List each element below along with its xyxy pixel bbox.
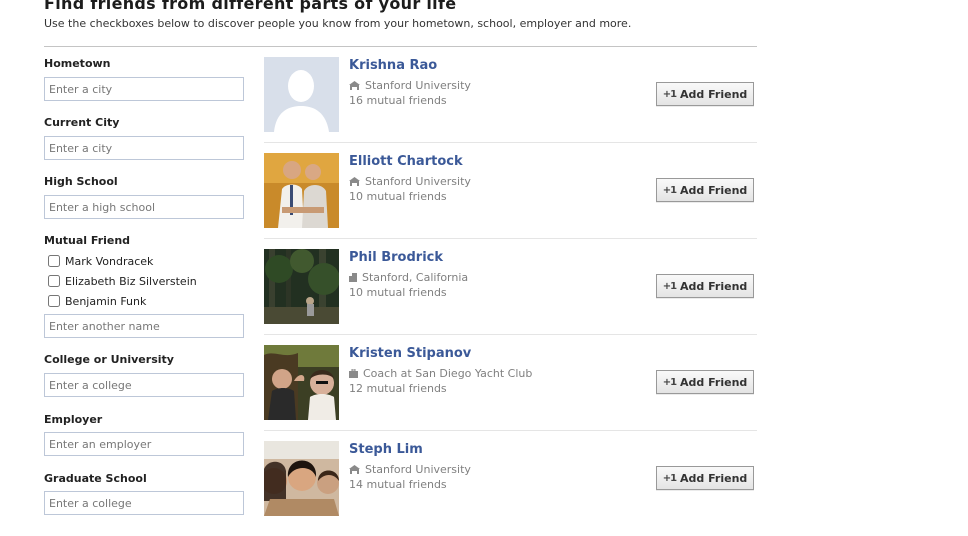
row-divider (264, 334, 757, 335)
college-filter: College or University (44, 353, 244, 397)
profile-photo-image (264, 345, 339, 420)
add-friend-label: Add Friend (680, 183, 748, 197)
person-meta: Stanford University 10 mutual friends (349, 174, 471, 204)
mutual-friends-count: 16 mutual friends (349, 94, 447, 107)
profile-photo-image (264, 153, 339, 228)
person-detail: Coach at San Diego Yacht Club (363, 367, 533, 380)
add-friend-icon: +1 (662, 376, 677, 388)
mutual-friend-input[interactable] (44, 314, 244, 338)
profile-photo[interactable] (264, 153, 339, 228)
high-school-filter: High School (44, 175, 244, 219)
mutual-friend-option[interactable]: Mark Vondracek (48, 253, 153, 269)
person-name-link[interactable]: Kristen Stipanov (349, 346, 471, 361)
add-friend-label: Add Friend (680, 471, 748, 485)
school-icon (349, 79, 360, 90)
briefcase-icon (349, 367, 358, 378)
page-subtitle: Use the checkboxes below to discover peo… (44, 17, 632, 30)
default-avatar-icon (264, 57, 339, 132)
person-meta: Stanford, California 10 mutual friends (349, 270, 468, 300)
header-divider (44, 46, 757, 47)
add-friend-button[interactable]: +1 Add Friend (656, 178, 754, 202)
profile-photo-image (264, 441, 339, 516)
hometown-label: Hometown (44, 57, 111, 70)
add-friend-label: Add Friend (680, 375, 748, 389)
school-icon (349, 175, 360, 186)
add-friend-icon: +1 (662, 88, 677, 100)
profile-photo-image (264, 249, 339, 324)
graduate-school-label: Graduate School (44, 472, 147, 485)
employer-label: Employer (44, 413, 103, 426)
add-friend-icon: +1 (662, 472, 677, 484)
row-divider (264, 430, 757, 431)
mutual-friend-checkbox[interactable] (48, 295, 60, 307)
mutual-friend-option-label: Mark Vondracek (65, 254, 154, 268)
hometown-filter: Hometown (44, 57, 244, 101)
mutual-friend-checkbox[interactable] (48, 255, 60, 267)
mutual-friend-option-label: Benjamin Funk (65, 294, 147, 308)
person-detail: Stanford, California (362, 271, 469, 284)
person-meta: Stanford University 16 mutual friends (349, 78, 471, 108)
school-icon (349, 463, 360, 474)
person-detail: Stanford University (365, 463, 471, 476)
graduate-school-filter: Graduate School (44, 472, 244, 515)
list-item: Phil Brodrick Stanford, California 10 mu… (264, 248, 757, 344)
add-friend-button[interactable]: +1 Add Friend (656, 370, 754, 394)
mutual-friend-label: Mutual Friend (44, 234, 131, 247)
person-name-link[interactable]: Steph Lim (349, 442, 423, 457)
city-icon (349, 271, 357, 282)
page-title: Find friends from different parts of you… (44, 0, 457, 13)
current-city-filter: Current City (44, 116, 244, 160)
add-friend-icon: +1 (662, 280, 677, 292)
list-item: Steph Lim Stanford University 14 mutual … (264, 440, 757, 536)
row-divider (264, 142, 757, 143)
mutual-friends-count: 12 mutual friends (349, 382, 447, 395)
hometown-input[interactable] (44, 77, 244, 101)
college-label: College or University (44, 353, 174, 366)
mutual-friend-option[interactable]: Benjamin Funk (48, 293, 146, 309)
list-item: Kristen Stipanov Coach at San Diego Yach… (264, 344, 757, 440)
add-friend-label: Add Friend (680, 87, 748, 101)
employer-input[interactable] (44, 432, 244, 456)
person-detail: Stanford University (365, 79, 471, 92)
list-item: Krishna Rao Stanford University 16 mutua… (264, 56, 757, 152)
mutual-friend-filter: Mutual Friend Mark Vondracek Elizabeth B… (44, 234, 244, 338)
profile-photo[interactable] (264, 57, 339, 132)
profile-photo[interactable] (264, 441, 339, 516)
high-school-label: High School (44, 175, 118, 188)
profile-photo[interactable] (264, 249, 339, 324)
person-name-link[interactable]: Phil Brodrick (349, 250, 443, 265)
high-school-input[interactable] (44, 195, 244, 219)
person-name-link[interactable]: Krishna Rao (349, 58, 437, 73)
person-name-link[interactable]: Elliott Chartock (349, 154, 463, 169)
college-input[interactable] (44, 373, 244, 397)
person-meta: Stanford University 14 mutual friends (349, 462, 471, 492)
person-detail: Stanford University (365, 175, 471, 188)
mutual-friend-checkbox[interactable] (48, 275, 60, 287)
graduate-school-input[interactable] (44, 491, 244, 515)
mutual-friends-count: 14 mutual friends (349, 478, 447, 491)
add-friend-button[interactable]: +1 Add Friend (656, 82, 754, 106)
add-friend-button[interactable]: +1 Add Friend (656, 466, 754, 490)
add-friend-icon: +1 (662, 184, 677, 196)
person-meta: Coach at San Diego Yacht Club 12 mutual … (349, 366, 532, 396)
current-city-input[interactable] (44, 136, 244, 160)
list-item: Elliott Chartock Stanford University 10 … (264, 152, 757, 248)
add-friend-button[interactable]: +1 Add Friend (656, 274, 754, 298)
profile-photo[interactable] (264, 345, 339, 420)
current-city-label: Current City (44, 116, 120, 129)
add-friend-label: Add Friend (680, 279, 748, 293)
mutual-friends-count: 10 mutual friends (349, 190, 447, 203)
mutual-friends-count: 10 mutual friends (349, 286, 447, 299)
mutual-friend-option-label: Elizabeth Biz Silverstein (65, 274, 197, 288)
row-divider (264, 238, 757, 239)
employer-filter: Employer (44, 413, 244, 456)
mutual-friend-option[interactable]: Elizabeth Biz Silverstein (48, 273, 197, 289)
